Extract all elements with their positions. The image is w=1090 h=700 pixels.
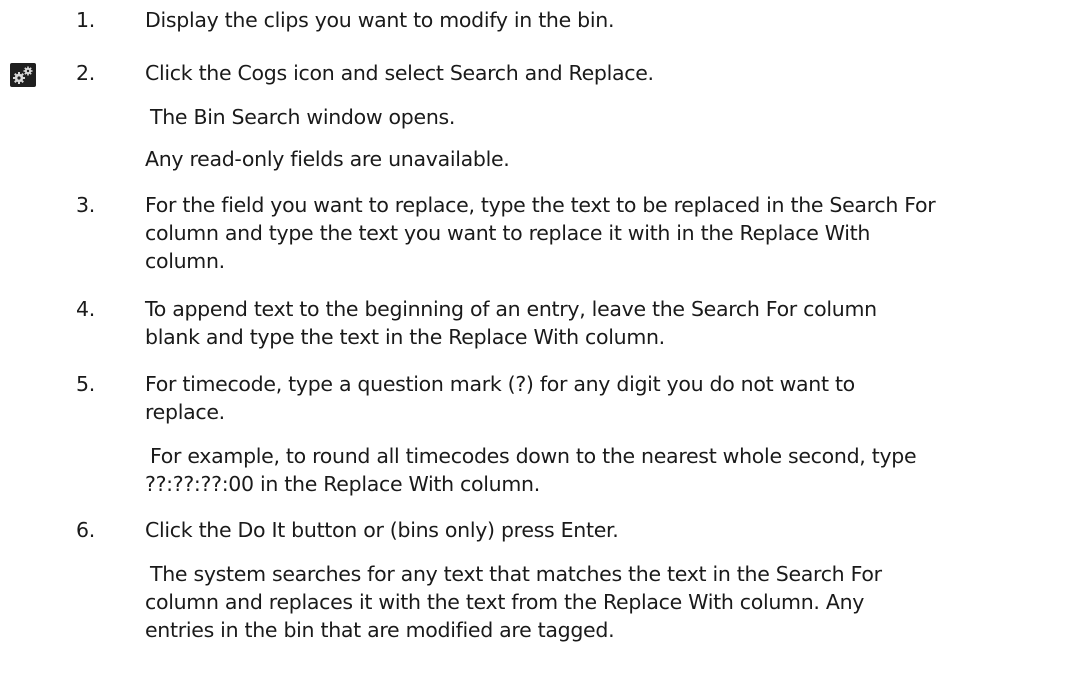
step-text-line: replace. [145,400,225,424]
step-text-line: blank and type the text in the Replace W… [145,325,665,349]
note-text-line: For example, to round all timecodes down… [150,444,917,468]
document-body: 1. Display the clips you want to modify … [0,0,1090,700]
step-text-line: For timecode, type a question mark (?) f… [145,372,855,396]
note-text-line: The system searches for any text that ma… [150,562,882,586]
step-number: 6. [76,518,95,542]
step-text-line: column and type the text you want to rep… [145,221,871,245]
step-text: Click the Do It button or (bins only) pr… [145,518,619,542]
note-text: Any read-only fields are unavailable. [145,147,510,171]
note-text-line: ??:??:??:00 in the Replace With column. [145,472,540,496]
step-text-line: column. [145,249,225,273]
step-text: Click the Cogs icon and select Search an… [145,61,654,85]
step-number: 1. [76,8,95,32]
cogs-icon [10,63,36,87]
step-text-line: For the field you want to replace, type … [145,193,936,217]
step-number: 4. [76,297,95,321]
step-number: 5. [76,372,95,396]
step-number: 2. [76,61,95,85]
note-text-line: entries in the bin that are modified are… [145,618,615,642]
step-number: 3. [76,193,95,217]
note-text: The Bin Search window opens. [150,105,456,129]
note-text-line: column and replaces it with the text fro… [145,590,865,614]
step-text: Display the clips you want to modify in … [145,8,615,32]
step-text-line: To append text to the beginning of an en… [145,297,877,321]
